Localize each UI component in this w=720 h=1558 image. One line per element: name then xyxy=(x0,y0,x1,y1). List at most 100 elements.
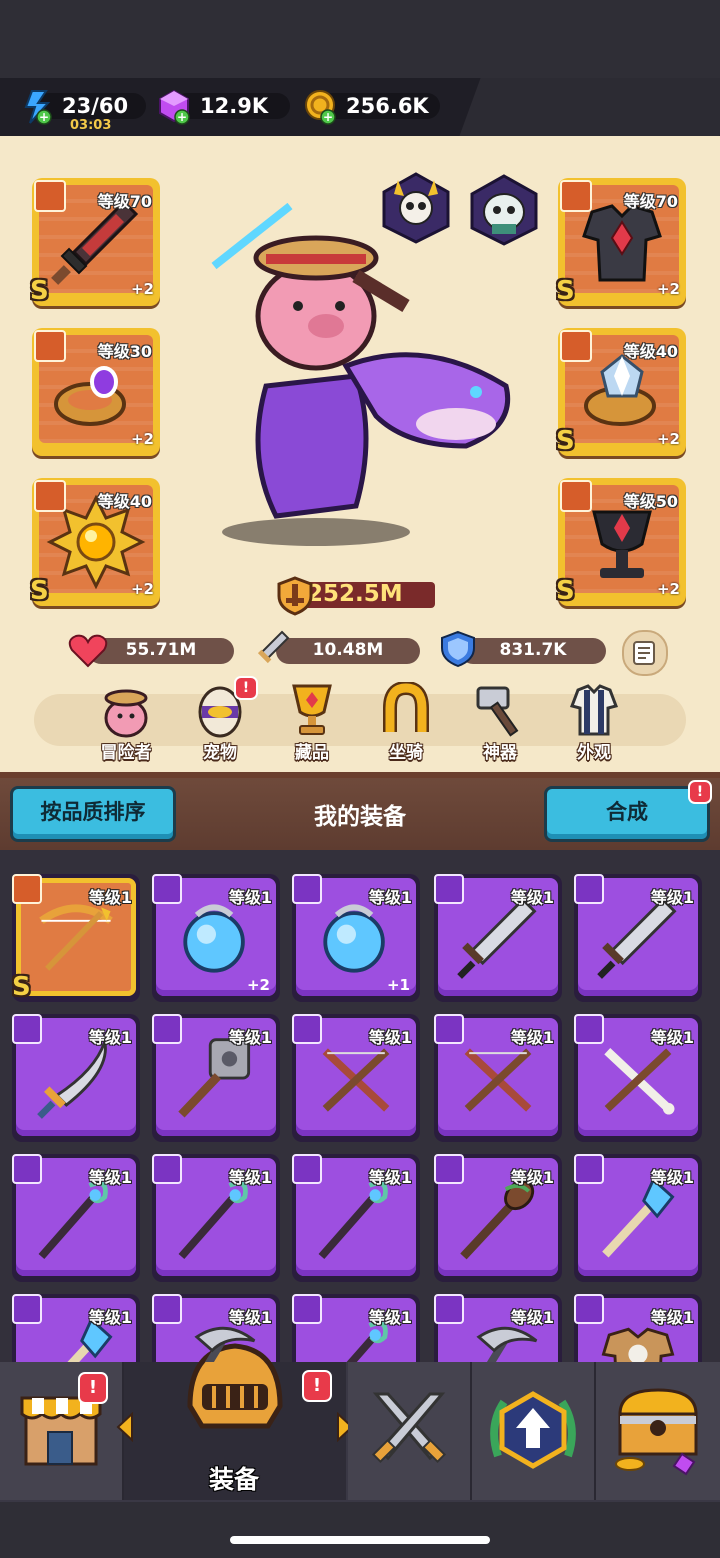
inventory-item[interactable]: 等级1 xyxy=(12,1294,140,1362)
inventory-item[interactable]: 等级1 xyxy=(12,1154,140,1282)
stat-attack: 10.48M xyxy=(256,630,420,664)
tab-appearance[interactable]: 外观 xyxy=(554,682,634,766)
inventory-item[interactable]: 等级1 +2 xyxy=(152,874,280,1002)
equip-slot-amulet[interactable]: 等级40 S +2 xyxy=(30,478,160,606)
item-category-icon xyxy=(434,1014,464,1044)
heart-icon xyxy=(68,634,108,668)
inventory-title: 我的装备 xyxy=(314,804,406,830)
energy-counter[interactable]: + 23/60 xyxy=(18,89,148,125)
item-level: 等级1 xyxy=(88,1028,132,1047)
gem-value: 12.9K xyxy=(200,94,269,118)
item-level: 等级1 xyxy=(650,1168,694,1187)
stat-hp: 55.71M xyxy=(68,634,236,668)
item-level: 等级1 xyxy=(88,888,132,907)
stats-detail-button[interactable] xyxy=(622,630,668,676)
item-level: 等级1 xyxy=(368,888,412,907)
nav-treasure[interactable] xyxy=(596,1362,720,1500)
item-category-icon xyxy=(434,1294,464,1324)
gold-value: 256.6K xyxy=(346,94,429,118)
inventory-item[interactable]: 等级1 xyxy=(434,874,562,1002)
nav-battle[interactable] xyxy=(348,1362,472,1500)
treasure-chest-icon xyxy=(615,1388,698,1476)
list-icon xyxy=(633,641,655,665)
nav-upgrade[interactable] xyxy=(472,1362,596,1500)
item-level: 等级1 xyxy=(368,1028,412,1047)
item-category-icon xyxy=(574,1014,604,1044)
tab-mount[interactable]: 坐骑 xyxy=(366,682,446,766)
equip-alert-badge: ! xyxy=(302,1370,332,1402)
inventory-item[interactable]: 等级1 xyxy=(152,1294,280,1362)
nav-equipment-label: 装备 xyxy=(208,1465,259,1494)
inventory-item[interactable]: 等级1 xyxy=(574,1154,702,1282)
item-level: 等级1 xyxy=(228,1168,272,1187)
nav-left-arrow-icon xyxy=(116,1412,133,1442)
item-level: 等级1 xyxy=(650,888,694,907)
merge-button[interactable]: 合成 xyxy=(544,786,710,842)
item-category-icon xyxy=(574,874,604,904)
home-indicator[interactable] xyxy=(230,1536,490,1544)
item-level: 等级1 xyxy=(88,1168,132,1187)
item-category-icon xyxy=(12,1294,42,1324)
adventurer-icon xyxy=(104,689,148,738)
item-level: 等级1 xyxy=(650,1308,694,1327)
category-amulet-icon xyxy=(560,480,592,512)
item-category-icon xyxy=(292,874,322,904)
inventory-item[interactable]: 等级1 xyxy=(434,1014,562,1142)
status-bar xyxy=(0,0,720,78)
inventory-item[interactable]: 等级1 xyxy=(292,1014,420,1142)
inventory-item[interactable]: 等级1 xyxy=(292,1294,420,1362)
horseshoe-icon xyxy=(383,682,429,732)
equip-slot-relic[interactable]: 等级50 S +2 xyxy=(556,478,686,606)
item-category-icon xyxy=(152,1294,182,1324)
inventory-item[interactable]: 等级1 xyxy=(152,1154,280,1282)
inventory-grid: 等级1 S 等级1 +2 等级1 +1 等级1 等级1 等级1 等级1 等级1 等级1 等级1 等级1 等级… xyxy=(0,850,720,1362)
tab-collection[interactable]: 藏品 xyxy=(272,682,352,766)
inventory-item[interactable]: 等级1 xyxy=(292,1154,420,1282)
gold-counter[interactable]: + 256.6K xyxy=(302,89,442,125)
nav-shop[interactable]: ! xyxy=(0,1362,124,1500)
tab-adventurer[interactable]: 冒险者 xyxy=(86,682,166,766)
inventory-item[interactable]: 等级1 xyxy=(434,1154,562,1282)
svg-text:+: + xyxy=(39,110,49,124)
hammer-icon xyxy=(476,686,519,737)
equip-slot-ring-2[interactable]: 等级40 S +2 xyxy=(556,328,686,456)
bottom-nav: ! ! xyxy=(0,1343,720,1502)
shop-alert-badge: ! xyxy=(78,1372,108,1404)
item-level: 等级1 xyxy=(510,1028,554,1047)
tab-pet[interactable]: ! 宠物 xyxy=(180,676,260,766)
upgrade-arrow-icon xyxy=(490,1391,576,1469)
inventory-item[interactable]: 等级1 xyxy=(574,874,702,1002)
equip-slot-weapon[interactable]: 等级70 S +2 xyxy=(30,178,160,306)
gem-counter[interactable]: + 12.9K xyxy=(156,89,292,125)
item-category-icon xyxy=(12,874,42,904)
item-category-icon xyxy=(574,1154,604,1184)
svg-text:+: + xyxy=(177,110,187,124)
item-category-icon xyxy=(292,1154,322,1184)
coin-icon: + xyxy=(305,90,336,125)
trophy-icon xyxy=(292,684,332,735)
category-amulet-icon xyxy=(34,480,66,512)
item-category-icon xyxy=(434,1154,464,1184)
item-category-icon xyxy=(152,1014,182,1044)
inventory-item[interactable]: 等级1 xyxy=(574,1294,702,1362)
outfit-icon xyxy=(570,684,618,736)
item-level: 等级1 xyxy=(368,1308,412,1327)
sort-by-quality-button[interactable]: 按品质排序 xyxy=(10,786,176,842)
equip-slot-armor[interactable]: 等级70 S +2 xyxy=(556,178,686,306)
equip-slot-ring[interactable]: 等级30 +2 xyxy=(32,328,160,456)
inventory-item[interactable]: 等级1 xyxy=(574,1014,702,1142)
category-armor-icon xyxy=(560,180,592,212)
inventory-item[interactable]: 等级1 +1 xyxy=(292,874,420,1002)
inventory-item[interactable]: 等级1 xyxy=(152,1014,280,1142)
inventory-item[interactable]: 等级1 xyxy=(434,1294,562,1362)
item-level: 等级1 xyxy=(228,1028,272,1047)
item-category-icon xyxy=(152,1154,182,1184)
inventory-item[interactable]: 等级1 xyxy=(12,1014,140,1142)
power-shield-icon xyxy=(277,576,313,616)
gem-icon: + xyxy=(159,89,190,125)
tab-artifact[interactable]: 神器 xyxy=(460,682,540,766)
inventory-item[interactable]: 等级1 S xyxy=(12,874,140,1002)
item-category-icon xyxy=(434,874,464,904)
item-level: 等级1 xyxy=(228,1308,272,1327)
energy-value: 23/60 xyxy=(62,94,129,118)
